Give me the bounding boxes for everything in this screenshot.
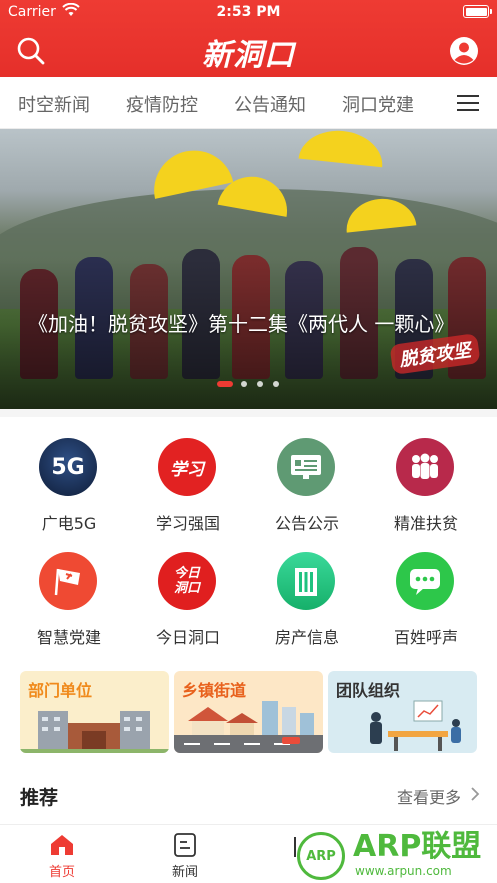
- clock: 2:53 PM: [216, 4, 281, 20]
- grid-item-label: 广电5G: [41, 514, 97, 533]
- menu-icon[interactable]: [457, 95, 479, 111]
- channel-tabs: 时空新闻 疫情防控 公告通知 洞口党建: [0, 77, 497, 129]
- nav-label: 新闻: [171, 865, 198, 880]
- grid-item-party[interactable]: 智慧党建: [7, 552, 131, 662]
- carousel-dot-active[interactable]: [217, 381, 233, 387]
- user-profile-icon[interactable]: [449, 36, 479, 66]
- app-logo: 新洞口: [202, 38, 295, 73]
- nav-label: 首页: [48, 865, 75, 880]
- tab-announcements[interactable]: 公告通知: [234, 91, 306, 117]
- nav-home[interactable]: 首页: [22, 833, 102, 880]
- department-buildings-illustration: [20, 711, 169, 753]
- chat-icon: [396, 552, 454, 610]
- grid-item-xuexi[interactable]: 学习 学习强国: [126, 438, 250, 548]
- card-teams[interactable]: 团队组织: [328, 671, 477, 753]
- team-meeting-illustration: [370, 700, 461, 751]
- carousel-dot[interactable]: [241, 381, 247, 387]
- grid-item-label: 学习强国: [155, 514, 220, 533]
- grid-item-housing[interactable]: 房产信息: [245, 552, 369, 662]
- grid-item-label: 房产信息: [274, 628, 339, 647]
- view-more-link[interactable]: 查看更多: [397, 784, 461, 808]
- section-divider: [0, 409, 497, 417]
- building-icon: [277, 552, 335, 610]
- card-townships[interactable]: 乡镇街道: [174, 671, 323, 753]
- grid-item-today[interactable]: 今日洞口 今日洞口: [126, 552, 250, 662]
- banner-carousel[interactable]: 脱贫攻坚 《加油！脱贫攻坚》第十二集《两代人 一颗心》: [0, 129, 497, 409]
- township-street-illustration: [174, 701, 323, 753]
- card-departments[interactable]: 部门单位: [20, 671, 169, 753]
- grid-item-notice[interactable]: 公告公示: [245, 438, 369, 548]
- people-icon: [396, 438, 454, 496]
- carousel-dot[interactable]: [257, 381, 263, 387]
- banner-caption[interactable]: 《加油！脱贫攻坚》第十二集《两代人 一颗心》: [28, 309, 478, 339]
- battery-icon: [463, 5, 492, 18]
- party-flag-icon: [39, 552, 97, 610]
- grid-item-5g[interactable]: 5G 广电5G: [7, 438, 131, 548]
- notice-board-icon: [277, 438, 335, 496]
- app-header: Carrier 2:53 PM 新洞口: [0, 0, 497, 77]
- xuexi-icon: 学习: [158, 438, 216, 496]
- watermark-logo: ARP: [297, 832, 345, 880]
- nav-news[interactable]: 新闻: [145, 833, 225, 880]
- grid-item-voice[interactable]: 百姓呼声: [364, 552, 488, 662]
- grid-item-label: 智慧党建: [36, 628, 101, 647]
- grid-item-label: 公告公示: [274, 514, 339, 533]
- tab-epidemic[interactable]: 疫情防控: [126, 91, 198, 117]
- arp-watermark: ARP ARP联盟 www.arpun.com: [297, 830, 493, 882]
- status-bar: Carrier 2:53 PM: [0, 0, 497, 24]
- home-icon: [51, 835, 73, 855]
- grid-item-label: 今日洞口: [155, 628, 220, 647]
- watermark-brand: ARP联盟: [353, 829, 482, 864]
- grid-item-label: 精准扶贫: [393, 514, 458, 533]
- 5g-icon: 5G: [39, 438, 97, 496]
- tab-party-building[interactable]: 洞口党建: [342, 91, 414, 117]
- grid-item-label: 百姓呼声: [393, 628, 458, 647]
- carousel-dot[interactable]: [273, 381, 279, 387]
- chevron-right-icon[interactable]: [469, 786, 481, 802]
- grid-item-poverty[interactable]: 精准扶贫: [364, 438, 488, 548]
- news-icon: [174, 833, 196, 857]
- recommend-title: 推荐: [20, 787, 59, 809]
- umbrella-shape: [298, 129, 386, 168]
- watermark-url: www.arpun.com: [355, 864, 452, 878]
- tab-shikong-news[interactable]: 时空新闻: [18, 91, 90, 117]
- today-dongkou-icon: 今日洞口: [158, 552, 216, 610]
